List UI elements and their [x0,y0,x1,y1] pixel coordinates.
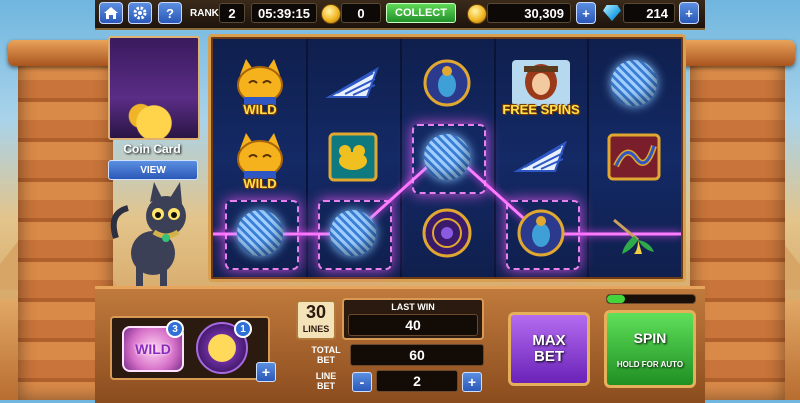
coin-booster-count: 1 [234,320,252,338]
collect-button[interactable]: COLLECT [386,3,456,23]
coin-card-image [108,36,200,140]
reel-symbol-cat: WILD [220,47,300,119]
reel-symbol-label: WILD [243,102,277,117]
spin-progress-fill [607,295,625,303]
lines-label: LINES [302,324,330,334]
wild-booster-count: 3 [166,320,184,338]
reel-symbol-cat: WILD [220,121,300,193]
scarab-icon [423,59,471,107]
coin-balance: 30,309 [487,3,571,23]
reel-symbol-yarn [594,47,674,119]
reel-symbol-amulet [407,197,487,269]
wild-booster-label: WILD [135,341,171,357]
snake-icon [607,133,661,181]
reel-symbol-yarn [313,197,393,270]
reel-symbol-explorer: FREE SPINS [501,47,581,119]
buy-gems-button[interactable]: + [679,2,699,24]
gem-balance: 214 [623,3,675,23]
booster-add-button[interactable]: + [256,362,276,382]
reel-symbol-label: FREE SPINS [502,102,580,117]
reel-symbol-yarn [220,197,300,270]
rank-value: 2 [219,3,245,23]
line-bet-label: LINE BET [315,371,337,391]
reel-symbol-mouse [313,121,393,193]
settings-button[interactable] [128,2,152,24]
spin-sub-label: HOLD FOR AUTO [616,359,684,369]
lotus-icon [613,218,654,254]
coin-card-title: Coin Card [123,142,181,156]
pyramid-icon [325,66,379,98]
win-highlight [506,200,580,270]
win-highlight [225,200,299,270]
coin-icon [321,4,341,24]
mouse-icon [328,132,378,182]
line-bet-value: 2 [376,370,458,392]
last-win-value: 40 [348,314,478,336]
spin-label: SPIN [633,329,667,346]
win-highlight [412,124,486,194]
explorer-icon [512,60,570,106]
cat-mascot [108,178,203,293]
reel-symbol-pyramid [501,121,581,193]
win-highlight [318,200,392,270]
reel-symbol-label: WILD [243,176,277,191]
collect-coins: 0 [341,3,381,23]
reel-grid: WILD FREE SPINS WILD [213,39,681,277]
last-win-label: LAST WIN [391,302,435,312]
buy-coins-button[interactable]: + [576,2,596,24]
help-button[interactable]: ? [158,2,182,24]
home-icon [104,7,118,19]
pyramid-icon [513,140,567,172]
reel-symbol-scarab [407,47,487,119]
line-bet-minus-button[interactable]: - [352,372,372,392]
yarn-icon [611,60,657,106]
coin-balance-icon [467,4,487,24]
gear-icon [133,6,147,20]
rank-label: RANK [190,8,219,19]
max-bet-button[interactable]: MAX BET [508,312,590,386]
total-bet-value: 60 [350,344,484,366]
top-bar: ? RANK 2 05:39:15 0 COLLECT 30,309 + 214… [95,0,705,30]
reel-symbol-pyramid [313,47,393,119]
line-bet-plus-button[interactable]: + [462,372,482,392]
collect-timer: 05:39:15 [251,3,317,23]
max-bet-label: MAX BET [532,332,566,365]
reel-symbol-yarn [407,121,487,194]
gem-icon [603,5,621,21]
spin-button[interactable]: SPIN HOLD FOR AUTO [604,310,696,388]
column-right-cap [680,40,795,66]
reel-symbol-lotus [594,197,674,269]
reel-symbol-snake [594,121,674,193]
amulet-icon [422,208,472,258]
coin-card-view-button[interactable]: VIEW [108,160,198,180]
total-bet-label: TOTAL BET [311,345,341,365]
lines-value: 30 [305,302,327,322]
home-button[interactable] [99,2,123,24]
reel-symbol-scarab [501,197,581,270]
